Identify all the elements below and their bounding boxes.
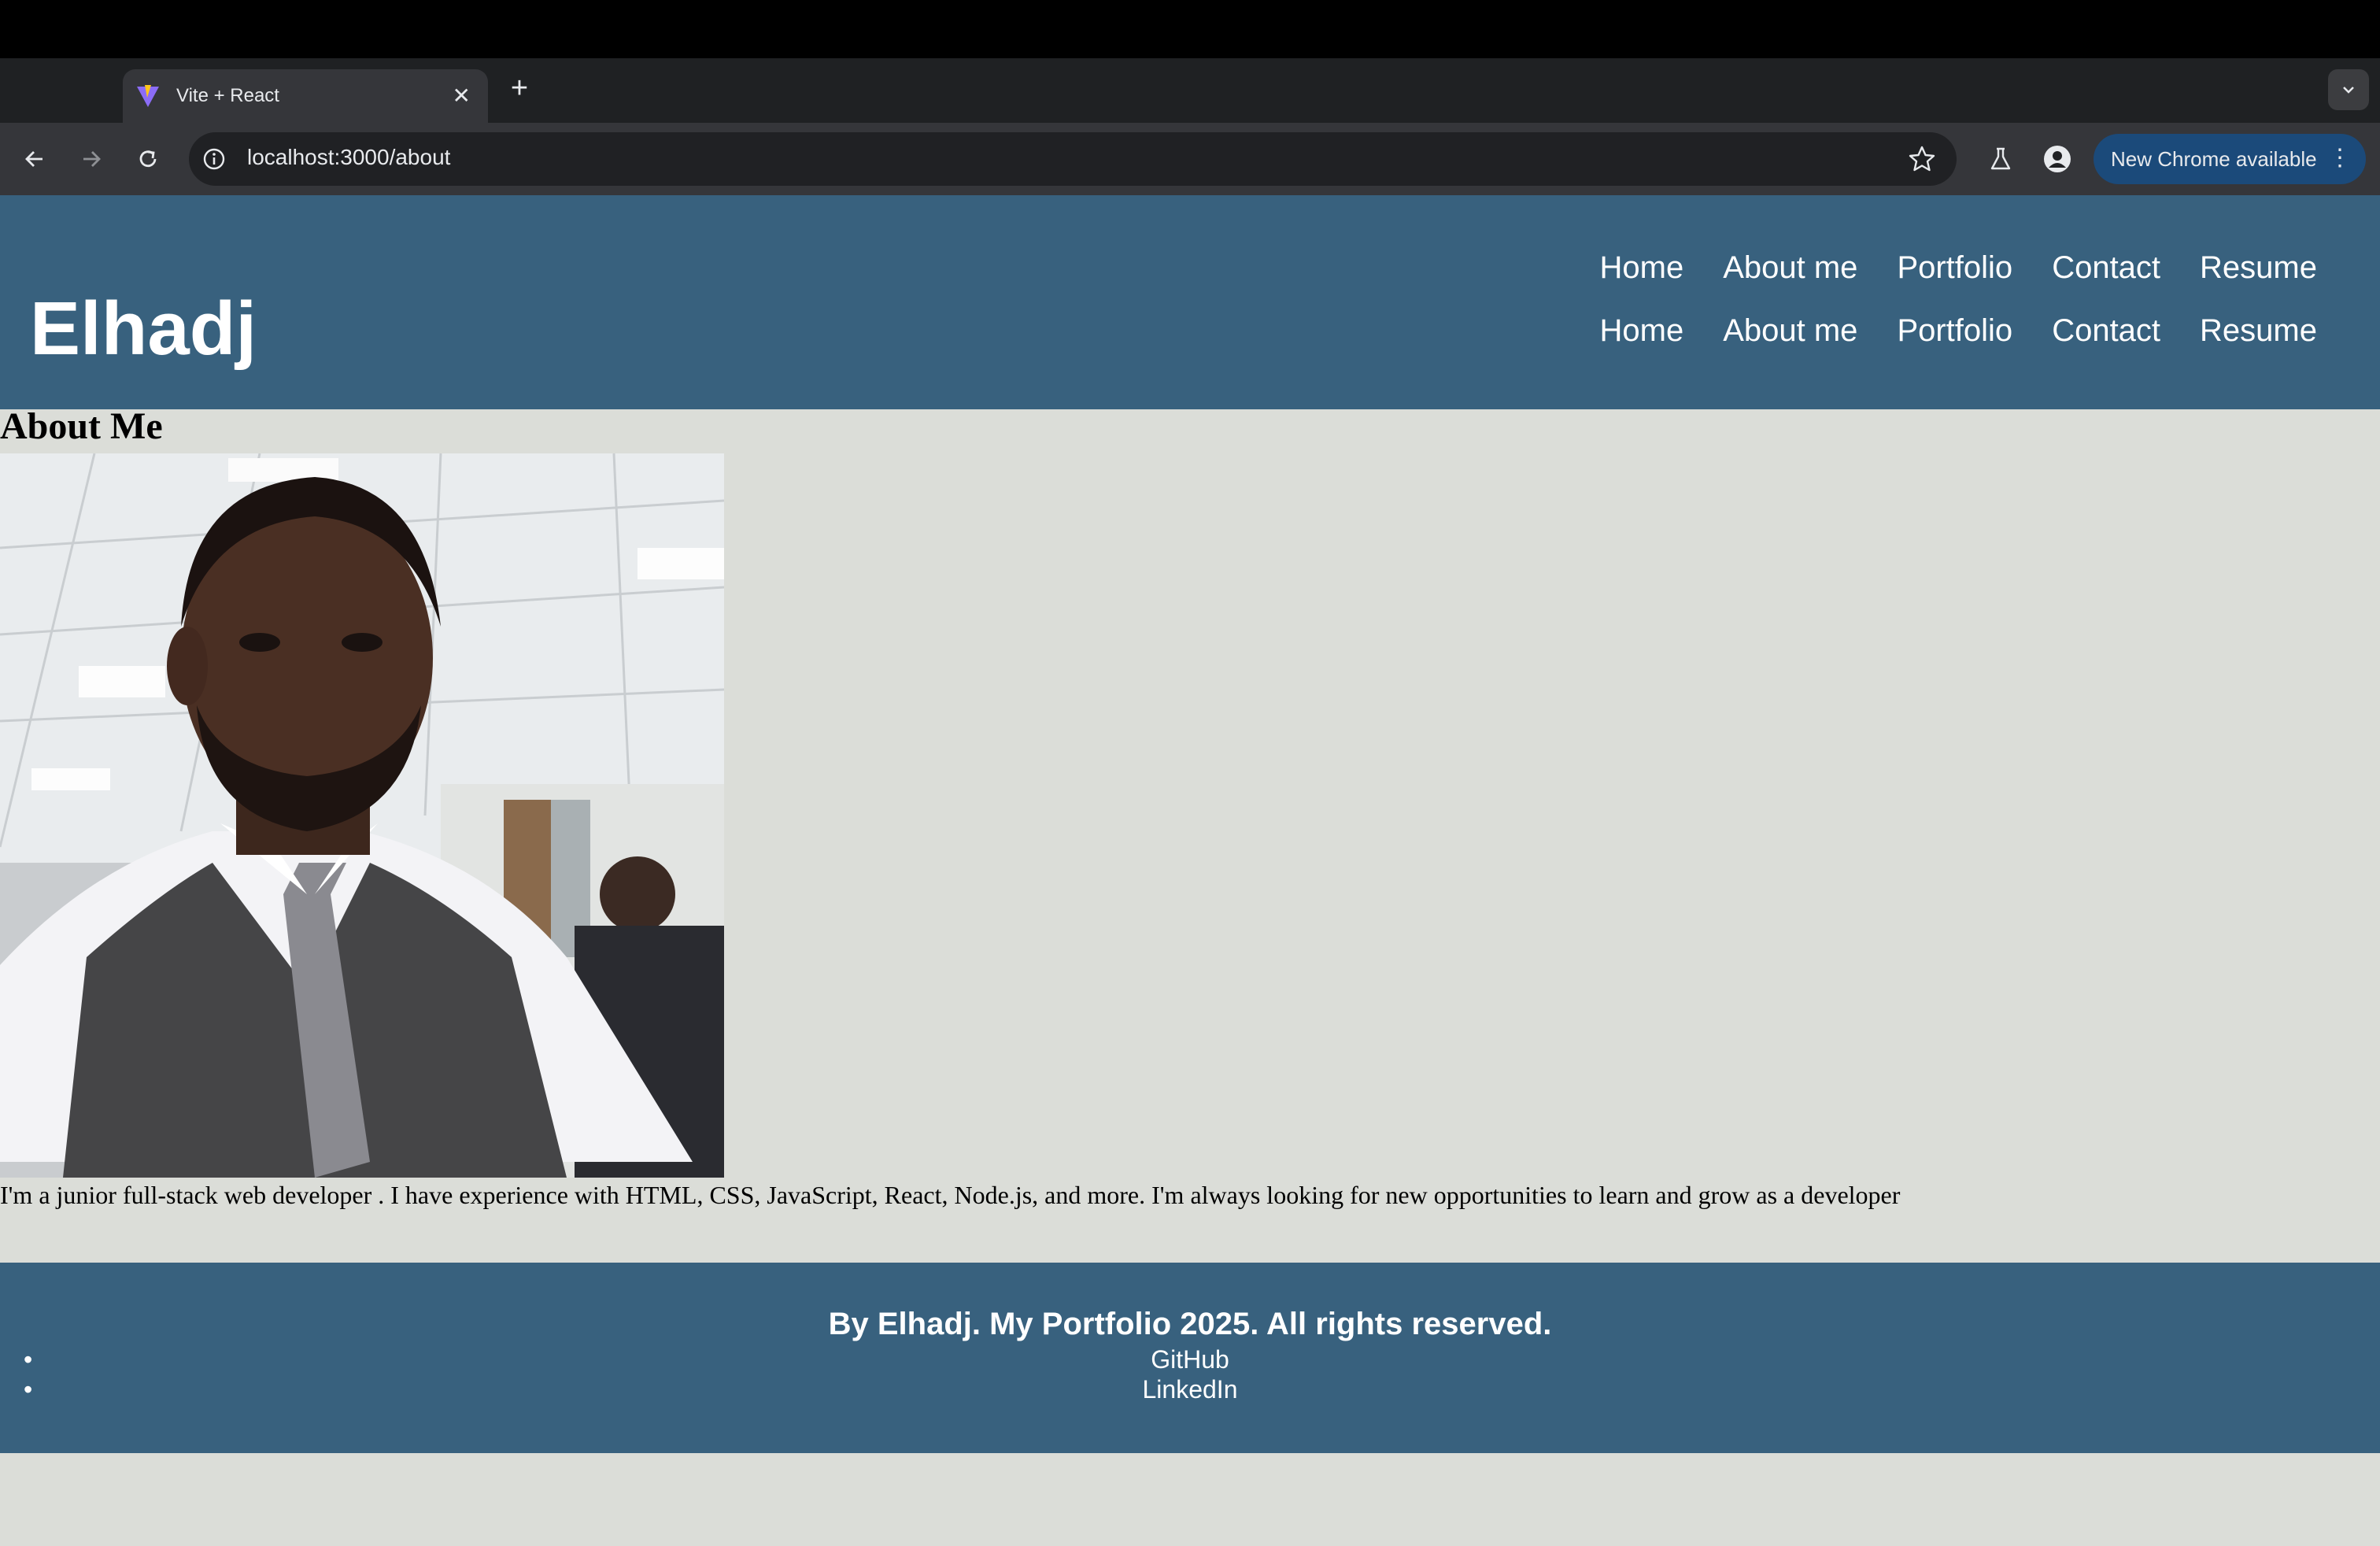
profile-avatar-icon[interactable] [2040,142,2075,176]
list-item: • LinkedIn [0,1374,2380,1404]
new-tab-button[interactable]: + [504,72,535,104]
nav-resume-link[interactable]: Resume [2200,313,2317,349]
tab-close-icon[interactable]: ✕ [453,85,471,107]
nav-home-link[interactable]: Home [1600,250,1684,286]
arrow-left-icon [25,151,42,167]
chevron-down-icon [2343,87,2354,94]
tab-title: Vite + React [176,85,279,106]
bullet-icon: • [24,1375,33,1404]
about-heading: About Me [0,405,163,447]
labs-flask-icon[interactable] [1983,142,2018,176]
nav-about-link[interactable]: About me [1723,313,1857,349]
arrow-right-icon [83,151,101,167]
tab-vite-react[interactable]: Vite + React ✕ [123,69,488,123]
screen-top-bar [0,0,2380,58]
nav-portfolio-link[interactable]: Portfolio [1897,313,2012,349]
back-button[interactable] [16,140,54,178]
nav-contact-link[interactable]: Contact [2052,250,2160,286]
bookmark-star-icon[interactable] [1906,143,1938,175]
reload-button[interactable] [129,140,167,178]
linkedin-link[interactable]: LinkedIn [1143,1375,1238,1404]
footer-copyright: By Elhadj. My Portfolio 2025. All rights… [828,1307,1552,1341]
new-chrome-available-button[interactable]: New Chrome available ⋮ [2094,134,2366,184]
nav-home-link[interactable]: Home [1600,313,1684,349]
menu-dots-icon[interactable]: ⋮ [2328,145,2352,172]
reload-icon [139,150,157,168]
primary-nav: Home About me Portfolio Contact Resume [1561,250,2317,286]
nav-portfolio-link[interactable]: Portfolio [1897,250,2012,286]
footer-links: • GitHub • LinkedIn [0,1344,2380,1404]
forward-button[interactable] [72,140,110,178]
nav-contact-link[interactable]: Contact [2052,313,2160,349]
site-info-icon[interactable] [201,146,227,172]
list-item: • GitHub [0,1344,2380,1374]
tab-search-button[interactable] [2328,69,2369,110]
url-text[interactable]: localhost:3000/about [247,145,450,170]
vite-favicon-icon [134,82,162,110]
address-bar[interactable] [189,132,1957,186]
secondary-nav: Home About me Portfolio Contact Resume [1561,313,2317,349]
site-brand[interactable]: Elhadj [30,291,257,367]
nav-resume-link[interactable]: Resume [2200,250,2317,286]
site-header [0,195,2380,409]
profile-photo [0,453,724,1178]
nav-about-link[interactable]: About me [1723,250,1857,286]
bullet-icon: • [24,1345,33,1374]
update-label: New Chrome available [2111,146,2317,171]
bio-paragraph: I'm a junior full-stack web developer . … [0,1181,1901,1209]
github-link[interactable]: GitHub [1151,1345,1229,1374]
